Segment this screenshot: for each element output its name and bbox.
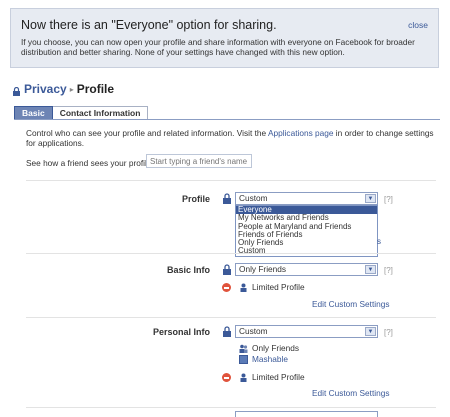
personal-info-privacy-select[interactable]: Custom ▼ xyxy=(235,325,378,338)
personal-info-select-value: Custom xyxy=(239,326,268,336)
basic-info-help-link[interactable]: [?] xyxy=(384,266,393,275)
notice-title: Now there is an "Everyone" option for sh… xyxy=(21,18,277,32)
page-title: Profile xyxy=(76,82,115,96)
applications-page-link[interactable]: Applications page xyxy=(268,128,334,138)
intro-before: Control who can see your profile and rel… xyxy=(26,128,268,138)
limited-profile-label: Limited Profile xyxy=(252,372,305,382)
dropdown-option-custom[interactable]: Custom xyxy=(236,247,377,256)
edit-settings-fragment: s xyxy=(377,237,381,246)
friends-icon xyxy=(239,344,248,353)
tab-contact-information[interactable]: Contact Information xyxy=(52,106,149,120)
divider xyxy=(26,180,436,181)
limited-profile-label: Limited Profile xyxy=(252,282,305,292)
notice-close-link[interactable]: close xyxy=(408,20,428,30)
divider xyxy=(26,253,436,254)
profile-help-link[interactable]: [?] xyxy=(384,195,393,204)
person-icon xyxy=(239,283,248,292)
personal-info-allowed-only-friends: Only Friends xyxy=(239,343,299,353)
deny-icon xyxy=(222,373,231,382)
breadcrumb-privacy-link[interactable]: Privacy xyxy=(24,82,67,96)
profile-select-value: Custom xyxy=(239,193,268,203)
divider xyxy=(26,407,436,408)
profile-privacy-select[interactable]: Custom ▼ xyxy=(235,192,378,205)
tab-divider xyxy=(14,119,440,120)
chevron-down-icon: ▼ xyxy=(365,265,376,274)
profile-setting-label: Profile xyxy=(181,194,210,204)
everyone-option-notice: Now there is an "Everyone" option for sh… xyxy=(10,8,439,68)
basic-info-limited-profile: Limited Profile xyxy=(239,282,305,292)
mashable-link[interactable]: Mashable xyxy=(252,354,288,364)
intro-text: Control who can see your profile and rel… xyxy=(26,128,436,148)
lock-icon xyxy=(222,264,232,275)
lock-icon xyxy=(222,326,232,337)
personal-info-allowed-mashable: Mashable xyxy=(239,354,288,364)
lock-icon xyxy=(222,193,232,204)
notice-body: If you choose, you can now open your pro… xyxy=(21,37,415,57)
personal-info-help-link[interactable]: [?] xyxy=(384,328,393,337)
only-friends-label: Only Friends xyxy=(252,343,300,353)
friend-name-input[interactable] xyxy=(146,154,252,168)
personal-info-limited-profile: Limited Profile xyxy=(239,372,305,382)
breadcrumb-separator-icon: ▸ xyxy=(69,84,74,94)
personal-info-edit-custom-link[interactable]: Edit Custom Settings xyxy=(312,388,389,398)
chevron-down-icon: ▼ xyxy=(365,194,376,203)
see-how-label: See how a friend sees your profile: xyxy=(26,158,154,168)
lock-icon xyxy=(13,85,20,96)
personal-info-setting-label: Personal Info xyxy=(152,327,210,337)
page-icon xyxy=(239,354,248,364)
basic-info-edit-custom-link[interactable]: Edit Custom Settings xyxy=(312,299,389,309)
chevron-down-icon: ▼ xyxy=(365,327,376,336)
divider xyxy=(26,317,436,318)
settings-tabs: Basic Contact Information xyxy=(14,106,149,120)
tab-basic[interactable]: Basic xyxy=(14,106,53,120)
basic-info-privacy-select[interactable]: Only Friends ▼ xyxy=(235,263,378,276)
basic-info-setting-label: Basic Info xyxy=(166,265,210,275)
deny-icon xyxy=(222,283,231,292)
profile-privacy-dropdown: Everyone My Networks and Friends People … xyxy=(235,205,378,257)
breadcrumb: Privacy ▸ Profile xyxy=(13,82,114,96)
basic-info-select-value: Only Friends xyxy=(239,264,287,274)
next-row-privacy-select[interactable] xyxy=(235,411,378,417)
person-icon xyxy=(239,373,248,382)
